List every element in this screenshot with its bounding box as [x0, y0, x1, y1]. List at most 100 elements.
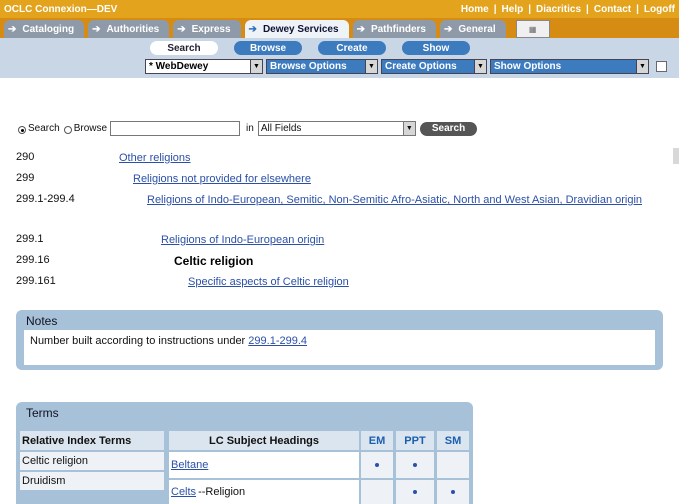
scrollbar[interactable]: [673, 148, 679, 164]
check-dot-icon: [413, 463, 417, 467]
diacritics-link[interactable]: Diacritics: [536, 4, 581, 15]
tab-express[interactable]: ➔ Express: [173, 20, 241, 38]
tab-label: Authorities: [106, 23, 160, 35]
lcsh-link[interactable]: Celts: [171, 486, 196, 498]
chevron-down-icon: ▼: [250, 60, 262, 73]
current-class-caption: Celtic religion: [174, 254, 254, 268]
option-checkbox[interactable]: [656, 61, 667, 72]
class-caption: Religions not provided for elsewhere: [133, 172, 653, 187]
arrow-right-icon: ➔: [443, 23, 453, 35]
help-link[interactable]: Help: [502, 4, 524, 15]
search-radio-label: Search: [28, 123, 60, 134]
separator: |: [636, 3, 639, 15]
separator: |: [586, 3, 589, 15]
ppt-header: PPT: [396, 431, 434, 450]
options-row: * WebDewey ▼ Browse Options ▼ Create Opt…: [145, 59, 667, 74]
tab-label: Dewey Services: [262, 23, 339, 35]
class-caption: Other religions: [119, 151, 639, 166]
tab-label: Pathfinders: [370, 23, 426, 35]
lcsh-cell: Celts --Religion: [169, 480, 359, 504]
class-number: 299.1-299.4: [16, 193, 75, 205]
class-caption: Specific aspects of Celtic religion: [188, 275, 648, 290]
create-pill-button[interactable]: Create: [318, 41, 386, 55]
terms-panel: Terms Relative Index Terms LC Subject He…: [16, 402, 473, 504]
class-caption-link[interactable]: Religions of Indo-European origin: [161, 234, 324, 246]
top-bar: OCLC Connexion—DEV Home | Help | Diacrit…: [0, 0, 679, 18]
lcsh-cell: Beltane: [169, 452, 359, 478]
browse-radio-label: Browse: [73, 123, 108, 134]
browse-pill-button[interactable]: Browse: [234, 41, 302, 55]
sm-cell: [437, 452, 469, 478]
notes-title: Notes: [26, 314, 58, 328]
tab-dewey-services[interactable]: ➔ Dewey Services: [244, 20, 349, 38]
class-caption-link[interactable]: Specific aspects of Celtic religion: [188, 276, 349, 288]
browse-options-select[interactable]: Browse Options ▼: [266, 59, 378, 74]
class-number: 299.1: [16, 233, 44, 245]
logoff-link[interactable]: Logoff: [644, 4, 675, 15]
browse-radio[interactable]: [63, 125, 72, 134]
lcsh-link[interactable]: Beltane: [171, 459, 208, 471]
tab-label: Cataloging: [22, 23, 75, 35]
ppt-cell: [396, 480, 434, 504]
em-cell: [361, 452, 393, 478]
search-pill-button[interactable]: Search: [150, 41, 218, 55]
relative-index-term: Celtic religion: [20, 452, 164, 470]
search-button[interactable]: Search: [419, 121, 478, 136]
notes-link[interactable]: 299.1-299.4: [248, 335, 307, 347]
class-caption-link[interactable]: Religions not provided for elsewhere: [133, 173, 311, 185]
terms-title: Terms: [26, 406, 59, 420]
tab-label: General: [458, 23, 496, 35]
arrow-right-icon: ➔: [248, 23, 257, 35]
search-bar: Search Browse in All Fields ▼ Search: [18, 121, 478, 136]
sm-header: SM: [437, 431, 469, 450]
home-link[interactable]: Home: [461, 4, 489, 15]
arrow-right-icon: ➔: [177, 23, 186, 35]
show-pill-button[interactable]: Show: [402, 41, 470, 55]
class-number: 299.16: [16, 254, 50, 266]
top-links: Home | Help | Diacritics | Contact | Log…: [461, 4, 675, 15]
main-tabs: ➔ Cataloging ➔ Authorities ➔ Express ➔ Dewey…: [0, 18, 679, 38]
notes-text: Number built according to instructions u…: [30, 335, 246, 347]
class-caption-link[interactable]: Other religions: [119, 152, 191, 164]
check-dot-icon: [451, 490, 455, 494]
tab-label: Express: [191, 23, 231, 35]
class-caption-link[interactable]: Religions of Indo-European, Semitic, Non…: [147, 194, 642, 206]
lcsh-suffix: --Religion: [198, 486, 246, 498]
chevron-down-icon: ▼: [636, 60, 648, 73]
select-value: Create Options: [385, 61, 457, 72]
chevron-down-icon: ▼: [474, 60, 486, 73]
sm-cell: [437, 480, 469, 504]
webdewey-select[interactable]: * WebDewey ▼: [145, 59, 263, 74]
action-pills: Search Browse Create Show: [150, 41, 486, 55]
lcsh-header: LC Subject Headings: [169, 431, 359, 450]
separator: |: [528, 3, 532, 15]
contact-link[interactable]: Contact: [594, 4, 631, 15]
em-header: EM: [361, 431, 393, 450]
class-number: 299: [16, 172, 35, 184]
relative-index-header: Relative Index Terms: [20, 431, 164, 450]
create-options-select[interactable]: Create Options ▼: [381, 59, 487, 74]
em-cell: [361, 480, 393, 504]
select-value: Show Options: [494, 61, 562, 72]
tab-general[interactable]: ➔ General: [439, 20, 506, 38]
ppt-cell: [396, 452, 434, 478]
notes-panel: Notes Number built according to instruct…: [16, 310, 663, 370]
class-number: 299.161: [16, 275, 56, 287]
arrow-right-icon: ➔: [356, 23, 365, 35]
tab-pathfinders[interactable]: ➔ Pathfinders: [352, 20, 436, 38]
app-title: OCLC Connexion—DEV: [4, 3, 118, 15]
select-value: Browse Options: [270, 61, 347, 72]
sub-navigation: Search Browse Create Show * WebDewey ▼ B…: [0, 38, 679, 78]
search-radio[interactable]: [18, 125, 26, 134]
field-select[interactable]: All Fields ▼: [257, 121, 416, 136]
check-dot-icon: [375, 463, 379, 467]
chevron-down-icon: ▼: [365, 60, 377, 73]
tab-cataloging[interactable]: ➔ Cataloging: [4, 20, 85, 38]
show-options-select[interactable]: Show Options ▼: [490, 59, 649, 74]
separator: |: [493, 3, 497, 15]
oclc-logo-icon: ▦: [515, 20, 550, 38]
search-input[interactable]: [110, 121, 241, 136]
tab-authorities[interactable]: ➔ Authorities: [88, 20, 170, 38]
class-number: 290: [16, 151, 35, 163]
notes-body: Number built according to instructions u…: [24, 330, 655, 365]
